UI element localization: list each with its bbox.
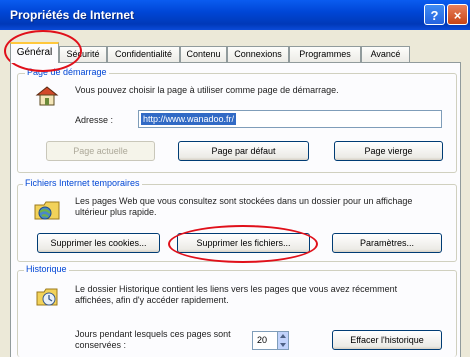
delete-cookies-button[interactable]: Supprimer les cookies...: [37, 233, 160, 253]
close-button[interactable]: ×: [447, 4, 468, 25]
clear-history-button[interactable]: Effacer l'historique: [332, 330, 442, 350]
window-title: Propriétés de Internet: [10, 8, 135, 22]
history-legend: Historique: [24, 264, 69, 274]
help-button[interactable]: ?: [424, 4, 445, 25]
history-description: Le dossier Historique contient les liens…: [75, 284, 398, 305]
house-icon: [35, 86, 59, 106]
current-page-button[interactable]: Page actuelle: [46, 141, 155, 161]
temp-files-legend: Fichiers Internet temporaires: [23, 178, 142, 188]
tab-advanced[interactable]: Avancé: [361, 46, 410, 62]
days-spinner[interactable]: 20: [252, 331, 289, 350]
history-folder-icon: [36, 288, 58, 306]
folder-globe-icon: [34, 201, 60, 220]
title-bar[interactable]: Propriétés de Internet ? ×: [0, 0, 470, 30]
delete-files-button[interactable]: Supprimer les fichiers...: [177, 233, 310, 253]
blank-page-button[interactable]: Page vierge: [334, 141, 443, 161]
default-page-button[interactable]: Page par défaut: [178, 141, 309, 161]
spinner-arrows[interactable]: [277, 332, 288, 349]
tab-privacy[interactable]: Confidentialité: [107, 46, 180, 62]
tab-content[interactable]: Contenu: [180, 46, 227, 62]
address-value: http://www.wanadoo.fr/: [141, 113, 237, 125]
address-input[interactable]: http://www.wanadoo.fr/: [138, 110, 442, 128]
internet-properties-dialog: Propriétés de Internet ? × Général Sécur…: [0, 0, 470, 357]
tab-security[interactable]: Sécurité: [59, 46, 107, 62]
spin-up-icon[interactable]: [280, 334, 286, 338]
spin-down-icon[interactable]: [280, 343, 286, 347]
tab-connections[interactable]: Connexions: [227, 46, 289, 62]
address-label: Adresse :: [75, 115, 114, 125]
homepage-legend: Page de démarrage: [25, 67, 109, 77]
days-label: Jours pendant lesquels ces pages sont co…: [75, 329, 231, 350]
homepage-description: Vous pouvez choisir la page à utiliser c…: [75, 85, 339, 95]
days-value: 20: [257, 335, 268, 345]
tab-programs[interactable]: Programmes: [289, 46, 361, 62]
settings-button[interactable]: Paramètres...: [332, 233, 442, 253]
tab-general[interactable]: Général: [10, 42, 59, 63]
temp-files-description: Les pages Web que vous consultez sont st…: [75, 196, 413, 217]
